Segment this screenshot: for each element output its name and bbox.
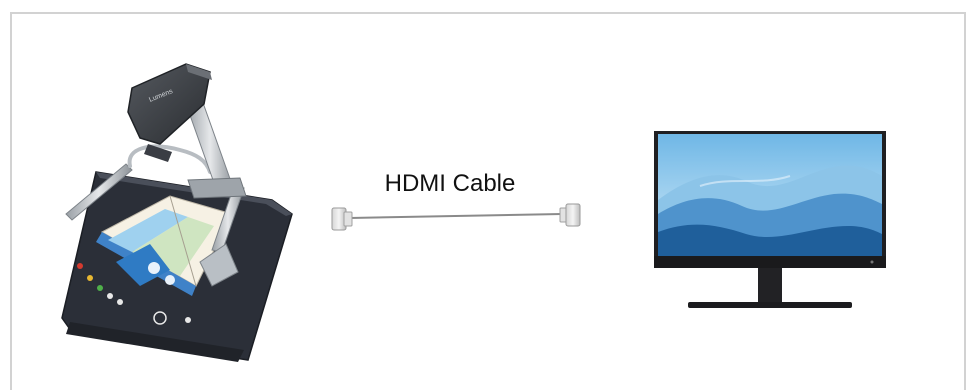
hdmi-connector-right-icon [559,203,581,227]
hdmi-cable [331,203,581,231]
document-camera-icon: Lumens [61,63,293,362]
hdmi-cable-label: HDMI Cable [384,170,516,197]
monitor-screen [658,134,882,256]
monitor-icon [654,131,886,308]
hdmi-connector-left-icon [331,207,353,231]
